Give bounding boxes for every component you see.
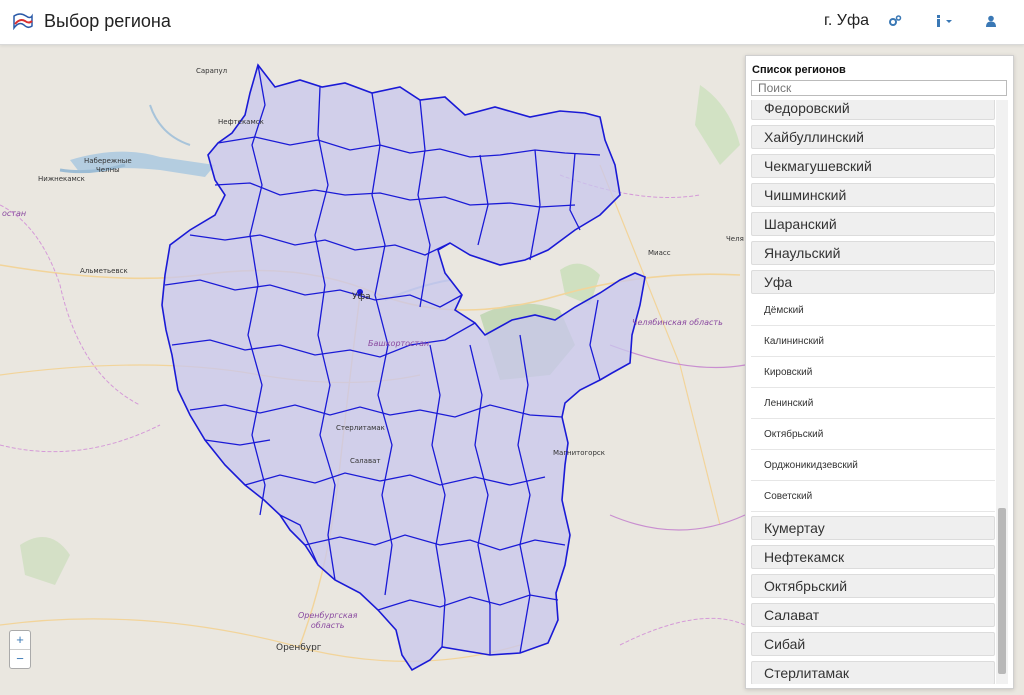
list-scrollbar[interactable] — [996, 100, 1008, 684]
zoom-in-button[interactable]: + — [10, 631, 30, 649]
map-label-salavat: Салават — [350, 457, 381, 465]
list-item[interactable]: Хайбуллинский — [751, 125, 995, 149]
region-list-panel: Список регионов Федоровский Хайбуллински… — [745, 55, 1014, 689]
sub-list-item[interactable]: Дёмский — [751, 296, 995, 326]
list-item[interactable]: Шаранский — [751, 212, 995, 236]
list-item[interactable]: Чекмагушевский — [751, 154, 995, 178]
user-icon[interactable] — [982, 12, 1000, 30]
list-item[interactable]: Чишминский — [751, 183, 995, 207]
sub-list-item[interactable]: Советский — [751, 482, 995, 512]
map-label-sarapul: Сарапул — [196, 67, 228, 75]
map-label-nab-chelny: Набережные Челны — [84, 157, 132, 174]
sub-list-item[interactable]: Ленинский — [751, 389, 995, 419]
list-item[interactable]: Кумертау — [751, 516, 995, 540]
list-item[interactable]: Стерлитамак — [751, 661, 995, 684]
zoom-control: + − — [9, 630, 31, 669]
list-item[interactable]: Нефтекамск — [751, 545, 995, 569]
map-label-magnitogorsk: Магнитогорск — [553, 449, 605, 457]
info-icon[interactable] — [932, 12, 956, 30]
map-label-almetyevsk: Альметьевск — [80, 267, 128, 275]
map-label-nizhnekamsk: Нижнекамск — [38, 175, 85, 183]
map-label-ufa: Уфа — [352, 292, 371, 302]
map-label-chelyabinsk-obl: Челябинская область — [632, 318, 723, 327]
map-label-sterlitamak: Стерлитамак — [336, 424, 385, 432]
map-label-chel: Челя — [726, 235, 744, 243]
bashkortostan-region — [161, 63, 646, 672]
map-label-orenburg: Оренбург — [276, 643, 322, 653]
region-list: Федоровский Хайбуллинский Чекмагушевский… — [751, 100, 995, 684]
logo-icon — [13, 13, 33, 30]
map-label-bashkortostan: Башкортостан — [368, 339, 430, 348]
search-input[interactable] — [751, 80, 1007, 96]
map-label-neftekamsk: Нефтекамск — [218, 118, 264, 126]
list-item[interactable]: Сибай — [751, 632, 995, 656]
list-item[interactable]: Салават — [751, 603, 995, 627]
sub-list-item[interactable]: Орджоникидзевский — [751, 451, 995, 481]
map-label-tatarstan: остан — [2, 209, 27, 218]
settings-icon[interactable] — [886, 12, 904, 30]
sub-list-item[interactable]: Калининский — [751, 327, 995, 357]
page-title: Выбор региона — [44, 11, 171, 31]
map-label-miass: Миасс — [648, 249, 671, 257]
list-item-ufa[interactable]: Уфа — [751, 270, 995, 294]
list-item[interactable]: Янаульский — [751, 241, 995, 265]
list-item[interactable]: Федоровский — [751, 100, 995, 120]
list-item[interactable]: Октябрьский — [751, 574, 995, 598]
map-label-orenburg-obl: Оренбургская область — [298, 611, 358, 630]
city-selector[interactable]: г. Уфа — [824, 12, 869, 30]
sub-list-item[interactable]: Октябрьский — [751, 420, 995, 450]
zoom-out-button[interactable]: − — [10, 649, 30, 668]
panel-title: Список регионов — [752, 64, 846, 76]
top-bar: Выбор региона г. Уфа — [0, 0, 1024, 45]
sub-list-item[interactable]: Кировский — [751, 358, 995, 388]
scrollbar-thumb[interactable] — [998, 508, 1006, 674]
